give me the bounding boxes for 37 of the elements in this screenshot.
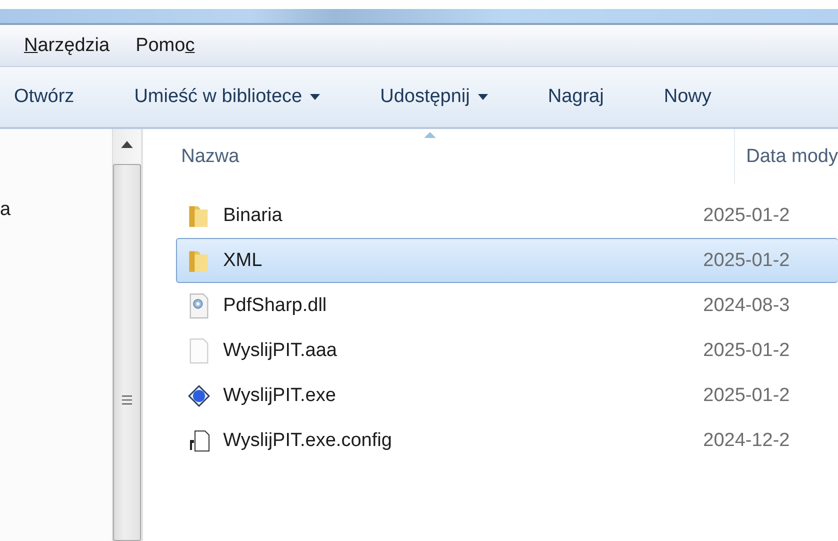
- file-date: 2024-08-3: [703, 294, 790, 316]
- toolbar-button[interactable]: Nowy: [654, 82, 722, 112]
- toolbar-button[interactable]: Udostępnij: [370, 82, 498, 112]
- file-name: PdfSharp.dll: [223, 294, 327, 316]
- file-name: WyslijPIT.exe: [223, 384, 336, 406]
- file-date: 2025-01-2: [703, 204, 790, 226]
- scroll-up-icon[interactable]: [121, 141, 134, 148]
- file-date: 2025-01-2: [703, 250, 790, 272]
- file-row[interactable]: WyslijPIT.aaa 2025-01-2: [176, 328, 838, 373]
- file-row[interactable]: Binaria 2025-01-2: [176, 193, 838, 238]
- nav-item[interactable]: a: [0, 199, 11, 220]
- file-date: 2024-12-2: [703, 430, 790, 452]
- diamond-icon: [187, 382, 212, 408]
- toolbar-button[interactable]: Nagraj: [538, 82, 614, 112]
- toolbar-button[interactable]: Umieść w bibliotece: [124, 82, 330, 112]
- file-date: 2025-01-2: [703, 340, 790, 362]
- column-header[interactable]: Data mody: [746, 146, 838, 168]
- scrollbar[interactable]: [112, 129, 144, 541]
- file-name: XML: [223, 250, 262, 272]
- file-name: Binaria: [223, 204, 282, 226]
- file-row[interactable]: XML 2025-01-2: [176, 238, 838, 283]
- scroll-thumb[interactable]: [113, 164, 142, 541]
- toolbar-button[interactable]: Otwórz: [4, 82, 84, 112]
- wrench-document-icon: [187, 428, 212, 454]
- grip-icon: [122, 395, 132, 405]
- file-row[interactable]: PdfSharp.dll 2024-08-3: [176, 283, 838, 328]
- file-date: 2025-01-2: [703, 384, 790, 406]
- file-row[interactable]: WyslijPIT.exe.config 2024-12-2: [176, 418, 838, 463]
- file-row[interactable]: WyslijPIT.exe 2025-01-2: [176, 373, 838, 418]
- caret-icon: [478, 94, 488, 100]
- file-name: WyslijPIT.exe.config: [223, 430, 392, 452]
- sort-arrow-icon: [424, 132, 436, 138]
- file-name: WyslijPIT.aaa: [223, 340, 337, 362]
- menu-item[interactable]: Narzędzia: [24, 34, 110, 56]
- column-header[interactable]: Nazwa: [181, 146, 240, 168]
- menu-item[interactable]: Pomoc: [136, 34, 195, 56]
- caret-icon: [310, 94, 320, 100]
